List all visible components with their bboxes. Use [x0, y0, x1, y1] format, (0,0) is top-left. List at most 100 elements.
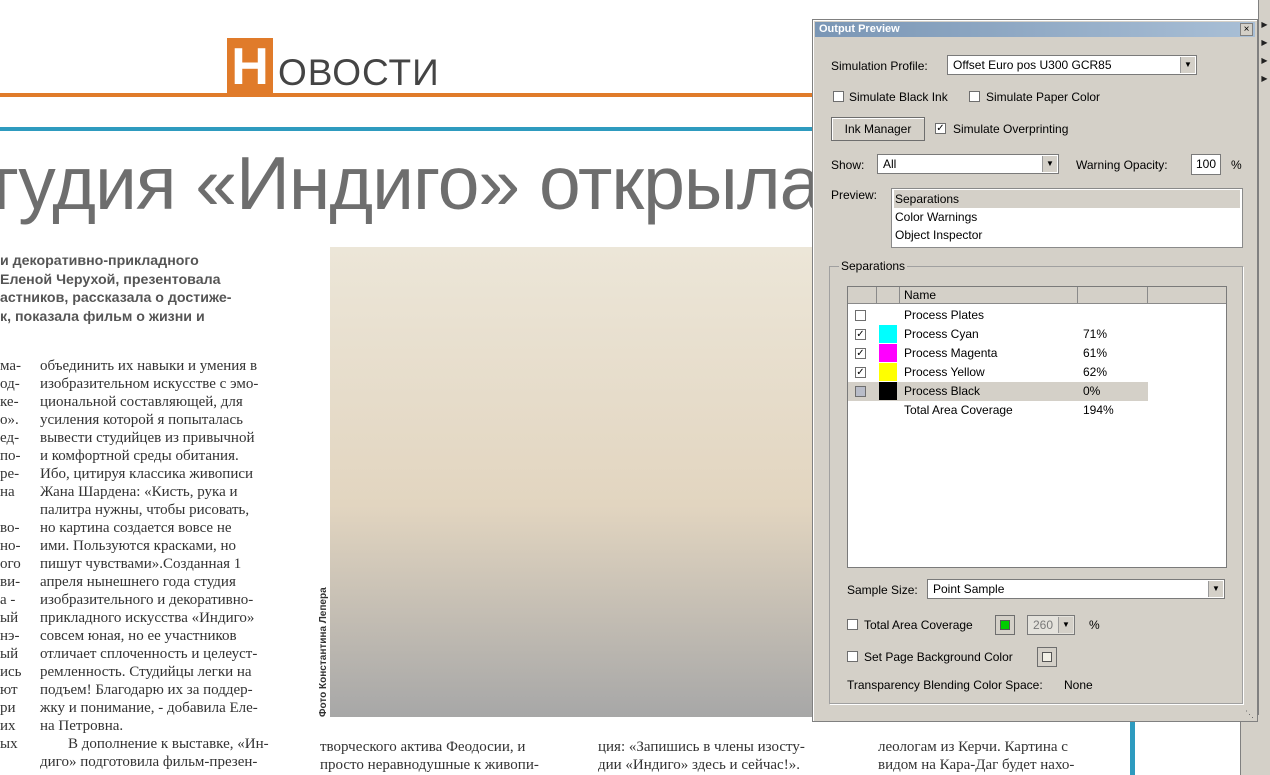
text-line: на [0, 484, 15, 500]
sample-size-select[interactable]: Point Sample ▼ [927, 579, 1225, 599]
table-header-checkbox-col [848, 287, 877, 304]
table-row[interactable]: Total Area Coverage 194% [848, 401, 1148, 420]
separations-group-label: Separations [839, 259, 908, 273]
chevron-down-icon[interactable]: ▼ [1208, 581, 1223, 597]
simulate-overprinting-label: Simulate Overprinting [953, 122, 1069, 136]
column-b: объединить их навыки и умения в изобразит… [40, 357, 300, 771]
lead-line: астников, рассказала о достиже- [0, 290, 232, 306]
tac-value-select[interactable]: 260 ▼ [1027, 615, 1075, 635]
tac-value: 260 [1033, 618, 1054, 632]
text-line: ых [0, 736, 18, 752]
row-checkbox[interactable]: ✓ [855, 367, 866, 378]
text-line: Ибо, цитируя классика живописи [40, 466, 254, 482]
blue-rule [0, 127, 812, 131]
simulation-profile-select[interactable]: Offset Euro pos U300 GCR85 ▼ [947, 55, 1197, 75]
table-row[interactable]: ✓ Process Cyan 71% [848, 325, 1148, 344]
row-checkbox[interactable]: ✓ [855, 348, 866, 359]
text-line: В дополнение к выставке, «Ин- [68, 736, 269, 752]
table-row[interactable]: ✓ Process Yellow 62% [848, 363, 1148, 382]
simulate-black-ink-checkbox[interactable] [833, 91, 844, 102]
blend-space-value: None [1064, 678, 1093, 692]
text-line: о». [0, 412, 19, 428]
table-row[interactable]: Process Black 0% [848, 382, 1148, 401]
text-line: ед- [0, 430, 20, 446]
row-percent: 0% [1083, 384, 1101, 398]
chevron-down-icon[interactable]: ▼ [1058, 617, 1073, 633]
panel-titlebar[interactable]: Output Preview × [815, 22, 1255, 37]
ink-manager-button[interactable]: Ink Manager [831, 117, 925, 141]
column-d-bottom: ция: «Запишись в члены изосту- дии «Инди… [598, 738, 805, 774]
text-line: од- [0, 376, 20, 392]
text-line: ют [0, 682, 18, 698]
sample-size-value: Point Sample [933, 582, 1005, 596]
triangle-right-icon[interactable]: ▶ [1260, 56, 1269, 65]
row-percent: 62% [1083, 365, 1108, 379]
table-row[interactable]: ✓ Process Magenta 61% [848, 344, 1148, 363]
text-line: творческого актива Феодосии, и [320, 739, 526, 755]
app-side-strip-lower [1240, 715, 1259, 775]
close-icon[interactable]: × [1240, 23, 1253, 36]
article-photo [330, 247, 812, 717]
triangle-right-icon[interactable]: ▶ [1260, 74, 1269, 83]
text-line: ый [0, 646, 19, 662]
simulate-overprinting-checkbox[interactable]: ✓ [935, 123, 946, 134]
table-row[interactable]: Process Plates [848, 306, 1148, 325]
total-area-coverage-checkbox[interactable] [847, 619, 858, 630]
page-bg-color-swatch [1042, 652, 1052, 662]
photo-credit: Фото Константина Лепера [318, 587, 329, 717]
article-headline: тудия «Индиго» открыла в [0, 141, 880, 225]
text-line: ый [0, 610, 19, 626]
set-page-bg-checkbox[interactable] [847, 651, 858, 662]
text-line: дии «Индиго» здесь и сейчас!». [598, 757, 800, 773]
preview-item-separations[interactable]: Separations [894, 190, 1240, 208]
column-c-bottom: творческого актива Феодосии, и просто не… [320, 738, 539, 774]
text-line: прикладного искусства «Индиго» [40, 610, 255, 626]
text-line: но- [0, 538, 21, 554]
ink-swatch [879, 325, 897, 343]
text-line: во- [0, 520, 20, 536]
text-line: ре- [0, 466, 20, 482]
tac-color-button[interactable] [995, 615, 1015, 635]
table-header-name[interactable]: Name [900, 287, 1078, 304]
simulate-paper-color-checkbox[interactable] [969, 91, 980, 102]
screen: Н ОВОСТИ тудия «Индиго» открыла в и деко… [0, 0, 1270, 775]
set-page-bg-label: Set Page Background Color [864, 650, 1013, 664]
section-heading: ОВОСТИ [278, 52, 440, 93]
preview-item-object-inspector[interactable]: Object Inspector [894, 226, 1240, 244]
text-line: палитра нужны, чтобы рисовать, [40, 502, 250, 518]
row-checkbox[interactable] [855, 310, 866, 321]
triangle-right-icon[interactable]: ▶ [1260, 20, 1269, 29]
row-checkbox[interactable]: ✓ [855, 329, 866, 340]
row-percent: 61% [1083, 346, 1108, 360]
text-line: видом на Кара-Даг будет нахо- [878, 757, 1075, 773]
preview-item-color-warnings[interactable]: Color Warnings [894, 208, 1240, 226]
text-line: объединить их навыки и умения в [40, 358, 258, 374]
text-line: ого [0, 556, 21, 572]
text-line: изобразительного и декоративно- [40, 592, 254, 608]
row-checkbox[interactable] [855, 386, 866, 397]
chevron-down-icon[interactable]: ▼ [1042, 156, 1057, 172]
column-divider-blue [1130, 718, 1135, 775]
chevron-down-icon[interactable]: ▼ [1180, 57, 1195, 73]
show-value: All [883, 157, 897, 171]
panel-title: Output Preview [819, 23, 900, 35]
simulation-profile-label: Simulation Profile: [831, 59, 928, 73]
preview-listbox: Separations Color Warnings Object Inspec… [891, 188, 1243, 248]
text-line: просто неравнодушные к живопи- [320, 757, 539, 773]
text-line: ремленность. Студийцы легки на [40, 664, 252, 680]
output-preview-panel: Output Preview × Simulation Profile: Off… [812, 19, 1258, 722]
text-line: циональной составляющей, для [40, 394, 243, 410]
text-line: вывести студийцев из привычной [40, 430, 255, 446]
text-line: усиления которой я попыталась [40, 412, 243, 428]
column-a: ма-од-ке-о». ед-по-ре-на во-но-ого ви-а - ый… [0, 357, 36, 753]
text-line: по- [0, 448, 21, 464]
row-name: Process Yellow [904, 365, 985, 379]
resize-grip-icon[interactable]: ⋱ [1245, 709, 1255, 719]
table-header-percent[interactable] [1078, 287, 1148, 304]
heading-initial-letter: Н [231, 38, 269, 96]
show-select[interactable]: All ▼ [877, 154, 1059, 174]
warning-opacity-input[interactable]: 100 [1191, 154, 1221, 175]
triangle-right-icon[interactable]: ▶ [1260, 38, 1269, 47]
page-bg-color-button[interactable] [1037, 647, 1057, 667]
heading-initial-box: Н [227, 38, 273, 96]
